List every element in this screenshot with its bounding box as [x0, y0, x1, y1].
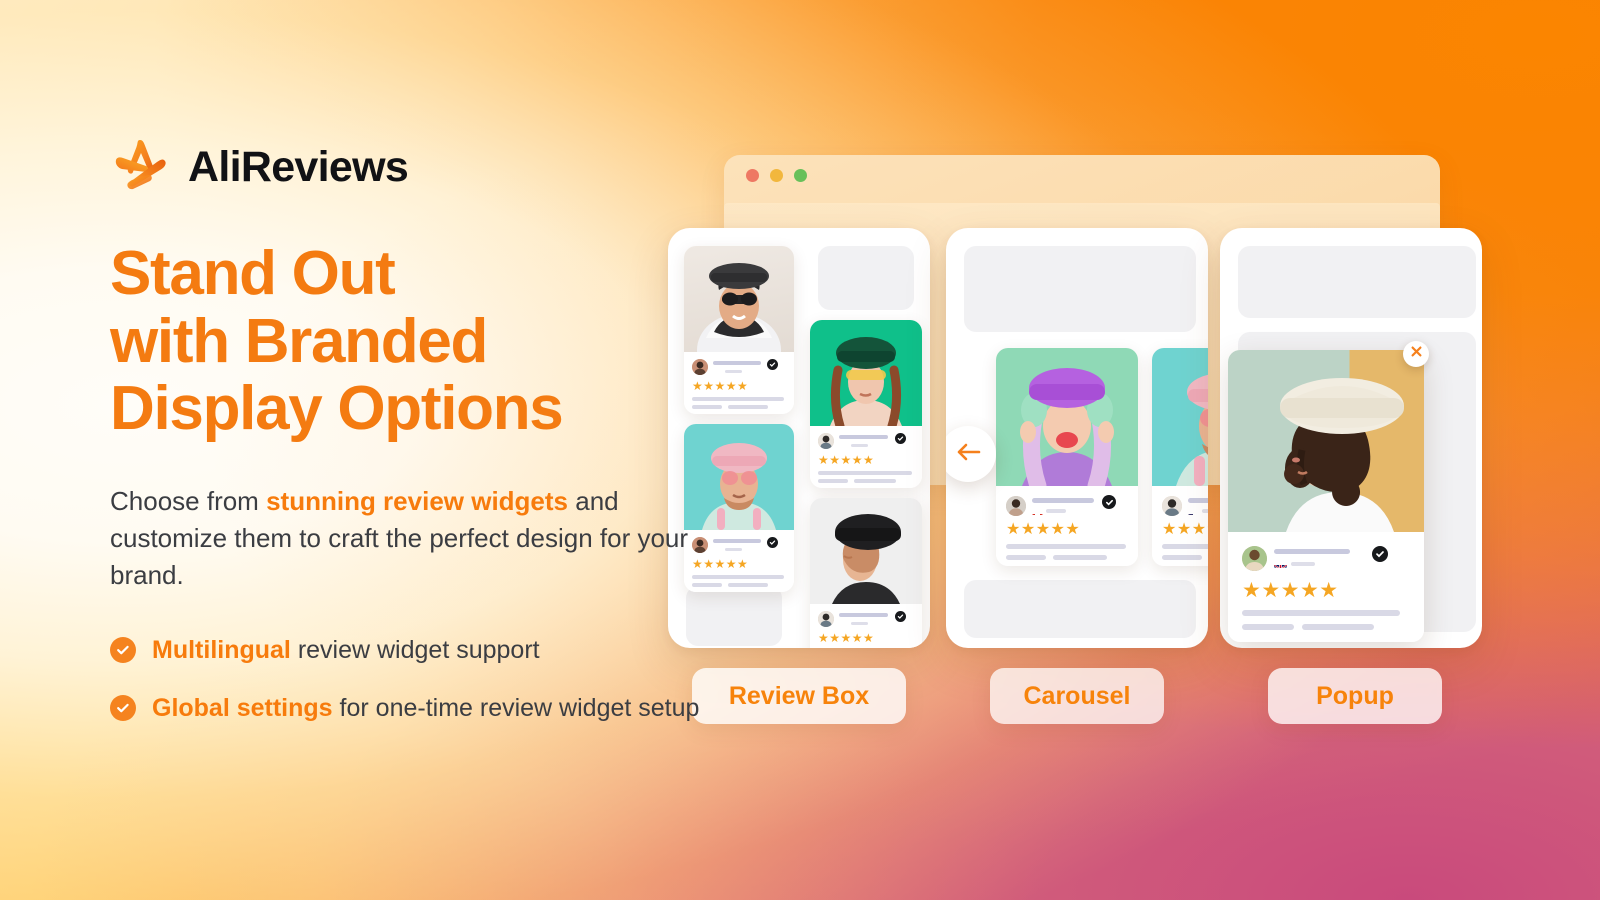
review-text-line: [854, 479, 896, 483]
reviewer-meta-bar: [851, 444, 868, 447]
widget-label-popup[interactable]: Popup: [1268, 668, 1442, 724]
hero-content: AliReviews Stand Out with Branded Displa…: [110, 136, 730, 725]
review-item[interactable]: ★★★★★: [810, 498, 922, 648]
page-title: Stand Out with Branded Display Options: [110, 239, 564, 444]
review-text-line: [1006, 555, 1046, 560]
bullet-highlight: Multilingual: [152, 636, 291, 665]
list-item-label: Multilingual review widget support: [152, 633, 540, 668]
avatar: [1162, 496, 1182, 516]
review-meta: ★★★★★: [810, 604, 922, 648]
browser-titlebar: [724, 155, 1440, 195]
flag-icon-usa: [839, 621, 848, 627]
review-meta: ★★★★★: [1152, 486, 1208, 566]
arrow-left-icon: [955, 442, 981, 467]
reviewer-meta-bar: [851, 622, 868, 625]
reviewer-name-bar: [1032, 498, 1094, 503]
review-text-line: [728, 405, 768, 409]
review-item[interactable]: ★★★★★: [996, 348, 1138, 566]
review-meta: ★★★★★: [810, 426, 922, 488]
alireviews-star-logo-icon: [110, 136, 172, 198]
avatar: [818, 433, 834, 449]
verified-badge-icon: [767, 537, 778, 548]
reviewer-name-bar: [1188, 498, 1208, 503]
bullet-rest: review widget support: [290, 636, 540, 665]
bullet-highlight: Global settings: [152, 693, 333, 722]
carousel-prev-button[interactable]: [946, 426, 996, 482]
widget-label-text: Popup: [1316, 681, 1394, 710]
brand-name: AliReviews: [188, 142, 409, 191]
review-item[interactable]: ★★★★★: [810, 320, 922, 488]
verified-badge-icon: [895, 611, 906, 622]
flag-icon-usa: [1188, 508, 1199, 515]
widget-card-carousel[interactable]: ★★★★★ ★★★: [946, 228, 1208, 648]
flag-icon-uk: [1274, 560, 1287, 568]
feature-list: Multilingual review widget support Globa…: [110, 633, 730, 725]
verified-badge-icon: [895, 433, 906, 444]
widget-label-text: Review Box: [728, 681, 870, 710]
verified-badge-icon: [1372, 546, 1388, 562]
reviewer-name-bar: [839, 613, 888, 617]
list-item: Global settings for one-time review widg…: [110, 691, 730, 726]
traffic-light-maximize-icon[interactable]: [794, 168, 807, 182]
placeholder-block: [964, 580, 1196, 638]
placeholder-block: [1238, 246, 1476, 318]
review-meta: ★★★★★: [996, 486, 1138, 566]
flag-icon-canada: [1032, 508, 1043, 515]
star-rating: ★★★★★: [818, 631, 875, 645]
widget-card-popup[interactable]: ★★★★★: [1220, 228, 1482, 648]
review-text-line: [818, 479, 848, 483]
hero-subcopy: Choose from stunning review widgets and …: [110, 483, 730, 594]
traffic-light-minimize-icon[interactable]: [770, 168, 783, 182]
review-photo: [810, 320, 922, 426]
subcopy-highlight: stunning review widgets: [266, 485, 569, 516]
verified-badge-icon: [1102, 495, 1116, 509]
check-circle-icon: [110, 694, 136, 721]
review-text-line: [1162, 544, 1208, 549]
check-circle-icon: [110, 637, 136, 664]
review-meta: ★★★★★: [1228, 532, 1424, 642]
avatar: [818, 611, 834, 627]
review-text-line: [1006, 544, 1126, 549]
star-rating: ★★★★★: [818, 453, 875, 467]
bullet-rest: for one-time review widget setup: [332, 693, 700, 722]
reviewer-name-bar: [1274, 549, 1350, 554]
review-text-line: [1242, 610, 1400, 616]
review-text-line: [728, 583, 768, 587]
placeholder-block: [818, 246, 914, 310]
list-item-label: Global settings for one-time review widg…: [152, 691, 699, 726]
reviewer-meta-bar: [1046, 509, 1066, 513]
subcopy-pre: Choose from: [110, 485, 267, 516]
review-photo: [996, 348, 1138, 486]
review-text-line: [818, 471, 912, 475]
reviewer-name-bar: [839, 435, 888, 439]
review-photo: [1228, 350, 1424, 532]
avatar: [1006, 496, 1026, 516]
widget-showcase: ★★★★★ ★★★★★ ★★★★★ ★★★★★ ★★★★★ ★★★ ★★★★★ …: [640, 0, 1600, 900]
flag-icon-usa: [839, 443, 848, 449]
popup-close-button[interactable]: [1403, 341, 1429, 367]
popup-review-item[interactable]: ★★★★★: [1228, 350, 1424, 642]
list-item: Multilingual review widget support: [110, 633, 730, 668]
reviewer-meta-bar: [1202, 509, 1208, 513]
close-x-icon: [1410, 345, 1423, 363]
review-text-line: [1053, 555, 1107, 560]
placeholder-block: [964, 246, 1196, 332]
reviewer-meta-bar: [1291, 562, 1315, 566]
avatar: [1242, 546, 1267, 571]
widget-label-text: Carousel: [1023, 681, 1131, 710]
traffic-light-close-icon[interactable]: [746, 168, 759, 182]
review-text-line: [1162, 555, 1202, 560]
brand-logo: AliReviews: [110, 136, 730, 198]
review-photo: [810, 498, 922, 604]
verified-badge-icon: [767, 359, 778, 370]
review-item[interactable]: ★★★★★: [1152, 348, 1208, 566]
review-text-line: [1302, 624, 1374, 630]
star-rating: ★★★★★: [1162, 521, 1208, 538]
review-photo: [1152, 348, 1208, 486]
star-rating: ★★★★★: [1242, 579, 1339, 602]
widget-label-carousel[interactable]: Carousel: [990, 668, 1164, 724]
review-text-line: [1242, 624, 1294, 630]
star-rating: ★★★★★: [1006, 521, 1081, 538]
